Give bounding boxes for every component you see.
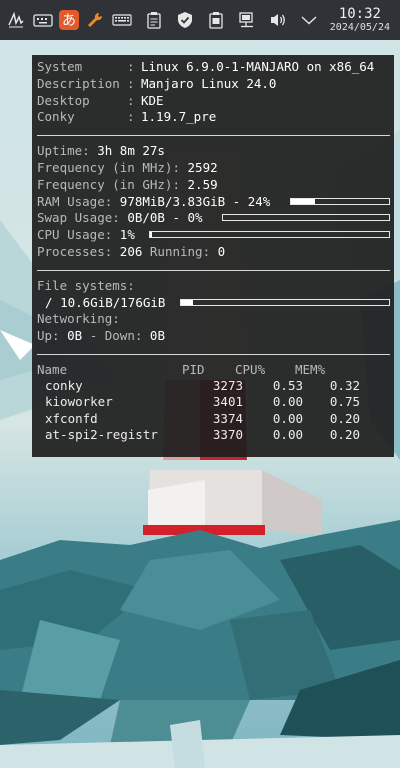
handwriting-icon[interactable] <box>5 9 27 31</box>
uptime-value: 3h 8m 27s <box>97 143 165 159</box>
notes-icon[interactable] <box>205 9 227 31</box>
cpu-label: CPU Usage: <box>37 227 113 243</box>
proc-name: kioworker <box>45 394 113 410</box>
freq-mhz-label: Frequency (in MHz): <box>37 159 180 175</box>
fs-mount: / <box>45 294 53 310</box>
desktop-row: Desktop: KDE <box>37 92 164 108</box>
fs-bar <box>180 298 390 306</box>
running-value: 0 <box>217 243 226 259</box>
conky-version-key: Conky <box>37 109 75 125</box>
ram-row: RAM Usage: 978MiB/3.83GiB - 24% <box>37 194 390 211</box>
desktop-key: Desktop <box>37 92 90 108</box>
down-value: 0B <box>149 328 165 344</box>
table-row: kioworker 3401 0.00 0.75 <box>37 394 390 410</box>
net-row: Up: 0B - Down: 0B <box>37 328 390 345</box>
processes-value: 206 <box>119 243 143 259</box>
freq-mhz-row: Frequency (in MHz): 2592 <box>37 160 390 177</box>
col-cpu: CPU% <box>235 361 266 377</box>
freq-ghz-value: 2.59 <box>187 176 218 192</box>
divider <box>37 135 390 137</box>
processes-row: Processes: 206 Running: 0 <box>37 244 390 261</box>
clock-date: 2024/05/24 <box>329 22 390 33</box>
divider <box>37 353 390 355</box>
input-method-glyph: あ <box>62 13 76 29</box>
proc-pid: 3370 <box>212 426 243 442</box>
running-label: Running: <box>149 243 211 259</box>
proc-pid: 3273 <box>212 378 243 394</box>
desktop-value: KDE <box>141 92 164 108</box>
system-value: Linux 6.9.0-1-MANJARO on x86_64 <box>141 59 375 74</box>
keyboard-layout-icon[interactable] <box>111 9 133 31</box>
desktop: あ 10:32 2024/05/24 System: Linux 6.9.0-… <box>0 0 400 768</box>
fs-value: 10.6GiB/176GiB <box>60 294 166 310</box>
freq-mhz-value: 2592 <box>187 159 218 175</box>
proc-cpu: 0.00 <box>272 394 303 410</box>
up-label: Up: <box>37 328 60 344</box>
process-table-header: Name PID CPU% MEM% <box>37 362 390 378</box>
clipboard-icon[interactable] <box>143 9 165 31</box>
table-row: at-spi2-registr 3370 0.00 0.20 <box>37 427 390 443</box>
proc-cpu: 0.53 <box>272 378 303 394</box>
network-icon[interactable] <box>236 9 258 31</box>
shield-icon[interactable] <box>174 9 196 31</box>
chevron-down-icon[interactable] <box>298 9 320 31</box>
wrench-icon[interactable] <box>84 9 106 31</box>
clock[interactable]: 10:32 2024/05/24 <box>330 6 390 34</box>
ram-bar <box>290 197 390 205</box>
system-tray-panel: あ 10:32 2024/05/24 <box>0 0 400 40</box>
swap-label: Swap Usage: <box>37 210 120 226</box>
description-row: Description: Manjaro Linux 24.0 <box>37 75 277 91</box>
proc-mem: 0.75 <box>329 394 360 410</box>
swap-row: Swap Usage: 0B/0B - 0% <box>37 210 390 227</box>
processes-label: Processes: <box>37 243 113 259</box>
col-name: Name <box>37 361 68 377</box>
proc-pid: 3401 <box>212 394 243 410</box>
fs-title: File systems: <box>37 277 135 293</box>
col-pid: PID <box>182 361 205 377</box>
proc-mem: 0.32 <box>329 378 360 394</box>
input-method-icon[interactable]: あ <box>59 10 79 30</box>
swap-value: 0B/0B - 0% <box>127 210 203 226</box>
down-label: - Down: <box>89 328 143 344</box>
cpu-row: CPU Usage: 1% <box>37 227 390 244</box>
swap-bar <box>222 214 390 222</box>
uptime-row: Uptime: 3h 8m 27s <box>37 143 390 160</box>
col-mem: MEM% <box>295 361 326 377</box>
cpu-bar <box>149 231 390 239</box>
proc-cpu: 0.00 <box>272 410 303 426</box>
table-row: xfconfd 3374 0.00 0.20 <box>37 411 390 427</box>
conky-version-value: 1.19.7_pre <box>141 109 217 125</box>
conky-panel: System: Linux 6.9.0-1-MANJARO on x86_64 D… <box>32 55 394 457</box>
uptime-label: Uptime: <box>37 143 90 159</box>
volume-icon[interactable] <box>267 9 289 31</box>
up-value: 0B <box>67 328 83 344</box>
conky-version-row: Conky:1.19.7_pre <box>37 109 217 125</box>
system-row: System: Linux 6.9.0-1-MANJARO on x86_64 <box>37 59 375 74</box>
description-value: Manjaro Linux 24.0 <box>141 75 277 91</box>
proc-cpu: 0.00 <box>272 426 303 442</box>
proc-name: conky <box>45 378 83 394</box>
ram-label: RAM Usage: <box>37 193 113 209</box>
description-key: Description <box>37 75 120 91</box>
proc-pid: 3374 <box>212 410 243 426</box>
proc-mem: 0.20 <box>329 410 360 426</box>
divider <box>37 269 390 271</box>
fs-row: / 10.6GiB/176GiB <box>37 295 390 312</box>
proc-mem: 0.20 <box>329 426 360 442</box>
clock-time: 10:32 <box>338 6 381 22</box>
proc-name: xfconfd <box>45 410 98 426</box>
net-title: Networking: <box>37 311 120 327</box>
keyboard-icon[interactable] <box>32 9 54 31</box>
ram-bar-fill <box>291 198 315 204</box>
table-row: conky 3273 0.53 0.32 <box>37 378 390 394</box>
system-key: System <box>37 59 83 74</box>
proc-name: at-spi2-registr <box>45 426 158 442</box>
freq-ghz-row: Frequency (in GHz): 2.59 <box>37 177 390 194</box>
ram-value: 978MiB/3.83GiB - 24% <box>119 193 271 209</box>
cpu-value: 1% <box>119 227 135 243</box>
fs-bar-fill <box>181 299 194 305</box>
cpu-bar-fill <box>150 232 153 238</box>
freq-ghz-label: Frequency (in GHz): <box>37 176 180 192</box>
